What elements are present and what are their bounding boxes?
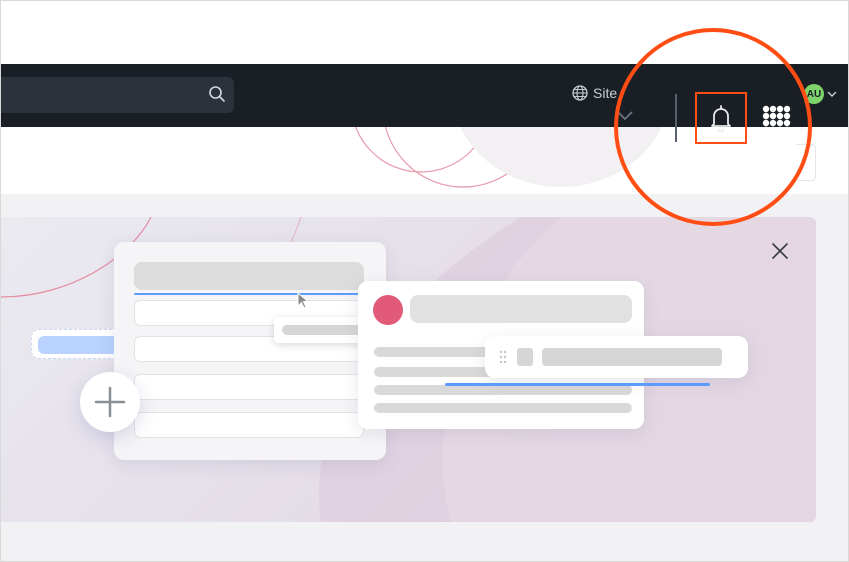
site-label: Site xyxy=(593,85,618,101)
search-input[interactable] xyxy=(1,77,234,113)
globe-icon xyxy=(572,85,588,101)
search-icon[interactable] xyxy=(208,85,226,103)
site-selector[interactable]: Site xyxy=(571,84,617,102)
highlight-circle xyxy=(614,28,812,226)
chevron-down-icon[interactable] xyxy=(827,90,837,98)
illustration-add-button xyxy=(80,372,140,432)
close-icon[interactable] xyxy=(770,241,790,261)
illustration-form-card xyxy=(114,242,386,460)
drag-handle-icon xyxy=(499,350,507,364)
illustration-avatar-dot xyxy=(373,295,403,325)
screenshot-frame: Site AU xyxy=(0,0,849,562)
plus-icon xyxy=(94,386,126,418)
illustration-drag-row xyxy=(485,336,748,378)
cursor-icon xyxy=(297,292,310,309)
promo-banner xyxy=(1,217,816,522)
illustration-drop-line xyxy=(445,383,710,386)
